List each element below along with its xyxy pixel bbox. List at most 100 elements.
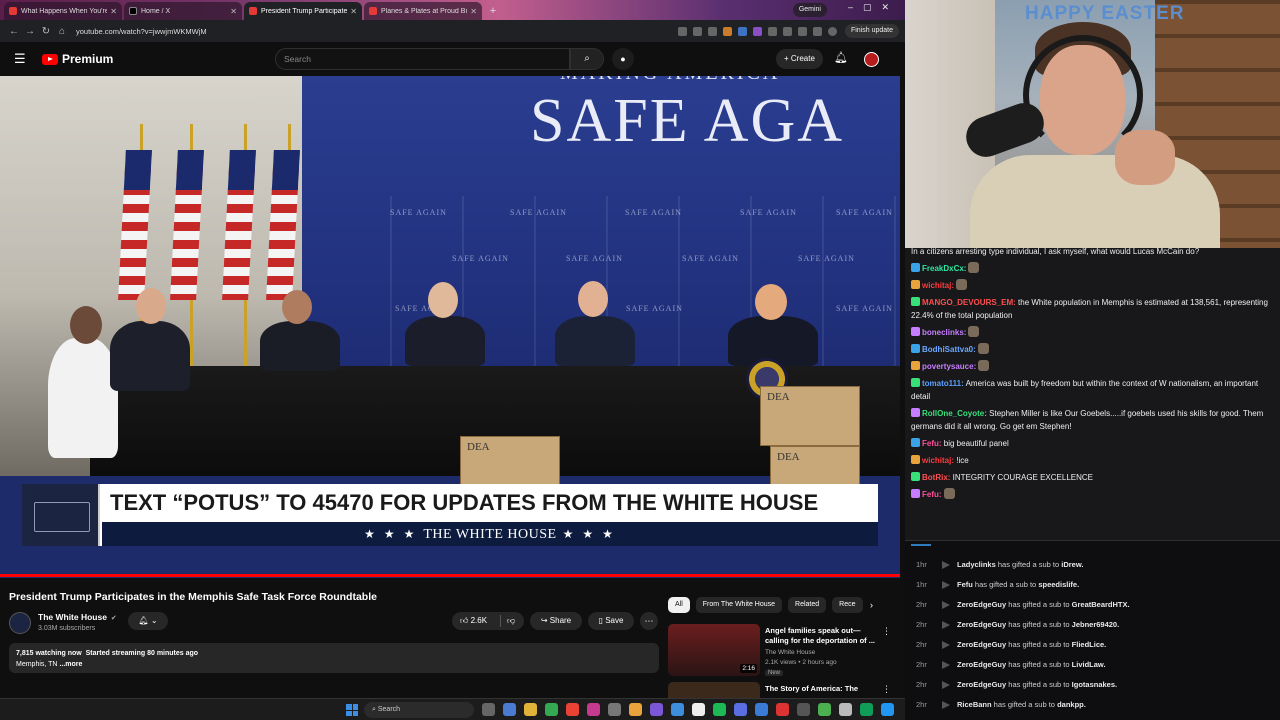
download-icon[interactable] [812, 26, 822, 36]
chat-username[interactable]: wichitaj: [922, 281, 954, 290]
chat-username[interactable]: RollOne_Coyote: [922, 409, 987, 418]
app-icon[interactable] [839, 703, 852, 716]
chat-username[interactable]: Fefu: [922, 439, 942, 448]
chat-username[interactable]: boneclinks: [922, 328, 966, 337]
search-button[interactable]: ⌕ [570, 48, 604, 70]
chat-username[interactable]: FreakDxCx: [922, 264, 966, 273]
windows-start-icon[interactable] [346, 704, 358, 716]
new-tab-button[interactable]: + [486, 4, 500, 18]
youtube-logo[interactable]: Premium [42, 52, 113, 66]
app-icon[interactable] [881, 703, 894, 716]
forward-icon[interactable]: → [22, 26, 38, 37]
chip-recent[interactable]: Rece [832, 597, 863, 613]
chevron-right-icon[interactable]: › [870, 600, 873, 610]
chat-username[interactable]: wichitaj: [922, 456, 954, 465]
app-icon[interactable] [608, 703, 621, 716]
folder-icon[interactable] [629, 703, 642, 716]
app-icon[interactable] [734, 703, 747, 716]
thumbs-down-icon[interactable]: 👎︎ [507, 612, 515, 630]
close-icon[interactable]: ✕ [230, 7, 237, 16]
recommended-title[interactable]: The Story of America: The [765, 684, 880, 694]
more-vert-icon[interactable]: ⋮ [882, 626, 891, 637]
gifter-name[interactable]: ZeroEdgeGuy [957, 600, 1006, 609]
recommended-title[interactable]: Angel families speak out—calling for the… [765, 626, 880, 646]
menu-icon[interactable]: ☰ [14, 51, 34, 67]
chip-all[interactable]: All [668, 597, 690, 613]
app-icon[interactable] [797, 703, 810, 716]
finish-update-button[interactable]: Finish update [844, 24, 899, 38]
chip-from-white-house[interactable]: From The White House [695, 597, 783, 613]
gifter-name[interactable]: ZeroEdgeGuy [957, 620, 1006, 629]
browser-tab-3[interactable]: President Trump Participates ✕ [244, 2, 362, 20]
extension-icon[interactable] [737, 26, 747, 36]
share-button[interactable]: ↪ Share [530, 612, 582, 630]
app-icon[interactable] [671, 703, 684, 716]
recipient-name[interactable]: dankpp. [1057, 700, 1086, 709]
browser-tab-1[interactable]: What Happens When You're A... ✕ [4, 2, 122, 20]
chrome-icon[interactable] [545, 703, 558, 716]
chat-username[interactable]: BotRix: [922, 473, 950, 482]
spotify-icon[interactable] [713, 703, 726, 716]
close-icon[interactable]: ✕ [110, 7, 117, 16]
chat-username[interactable]: MANGO_DEVOURS_EM: [922, 298, 1016, 307]
channel-name[interactable]: The White House ✔ [38, 612, 117, 622]
url-field[interactable]: youtube.com/watch?v=jwwjmWKMWjM [76, 27, 678, 36]
extension-icon[interactable] [722, 26, 732, 36]
more-actions-button[interactable]: ⋯ [640, 612, 658, 630]
account-avatar[interactable] [864, 52, 879, 67]
reload-icon[interactable]: ↻ [38, 26, 54, 37]
recipient-name[interactable]: Igotasnakes. [1072, 680, 1117, 689]
app-icon[interactable] [692, 703, 705, 716]
chat-username[interactable]: tomato111: [922, 379, 964, 388]
home-icon[interactable]: ⌂ [54, 26, 70, 37]
video-thumbnail[interactable]: 2:16 [668, 624, 760, 676]
window-controls[interactable]: –▢✕ [848, 2, 899, 13]
recipient-name[interactable]: GreatBeardHTX. [1072, 600, 1130, 609]
app-icon[interactable] [860, 703, 873, 716]
chat-username[interactable]: povertysauce: [922, 362, 976, 371]
video-progress-bar[interactable] [0, 574, 900, 577]
save-button[interactable]: ▯ Save [588, 612, 634, 630]
gifter-name[interactable]: ZeroEdgeGuy [957, 680, 1006, 689]
more-vert-icon[interactable]: ⋮ [882, 684, 891, 695]
taskbar-search[interactable]: ⌕ Search [364, 702, 474, 718]
gemini-button[interactable]: Gemini [792, 3, 827, 17]
profile-icon[interactable] [827, 26, 837, 36]
cast-icon[interactable] [692, 26, 702, 36]
star-icon[interactable] [707, 26, 717, 36]
create-button[interactable]: + Create [776, 49, 823, 69]
puzzle-icon[interactable] [782, 26, 792, 36]
app-icon[interactable] [566, 703, 579, 716]
video-player[interactable]: MAKING AMERICA SAFE AGA SAFE AGAIN SAFE … [0, 76, 900, 578]
recipient-name[interactable]: LividLaw. [1072, 660, 1106, 669]
video-thumbnail[interactable] [668, 682, 760, 698]
recommended-video[interactable]: 2:16 Angel families speak out—calling fo… [668, 624, 898, 678]
close-icon[interactable]: ✕ [470, 7, 477, 16]
extension-icon[interactable] [752, 26, 762, 36]
gifter-name[interactable]: Ladyclinks [957, 560, 996, 569]
gifter-name[interactable]: RiceBann [957, 700, 992, 709]
more-link[interactable]: ...more [59, 661, 82, 668]
app-icon[interactable] [776, 703, 789, 716]
recipient-name[interactable]: iDrew. [1061, 560, 1083, 569]
back-icon[interactable]: ← [6, 26, 22, 37]
app-icon[interactable] [503, 703, 516, 716]
app-icon[interactable] [587, 703, 600, 716]
app-icon[interactable] [755, 703, 768, 716]
notifications-bell-icon[interactable]: 🔔︎ [834, 51, 848, 64]
gifter-name[interactable]: ZeroEdgeGuy [957, 660, 1006, 669]
search-input[interactable]: Search [275, 48, 570, 70]
task-view-icon[interactable] [482, 703, 495, 716]
recommended-channel[interactable]: The White House [765, 649, 815, 656]
browser-tab-2[interactable]: Home / X ✕ [124, 2, 242, 20]
sidebar-icon[interactable] [797, 26, 807, 36]
gifter-name[interactable]: Fefu [957, 580, 973, 589]
zoom-icon[interactable] [677, 26, 687, 36]
voice-search-button[interactable]: ● [612, 48, 634, 70]
app-icon[interactable] [650, 703, 663, 716]
like-button[interactable]: 👍︎ 2.6K 👎︎ [452, 612, 524, 630]
recommended-video[interactable]: The Story of America: The ⋮ [668, 682, 898, 698]
channel-avatar[interactable] [9, 612, 31, 634]
description-box[interactable]: 7,815 watching now Started streaming 80 … [9, 643, 659, 673]
chat-username[interactable]: BodhiSattva0: [922, 345, 976, 354]
